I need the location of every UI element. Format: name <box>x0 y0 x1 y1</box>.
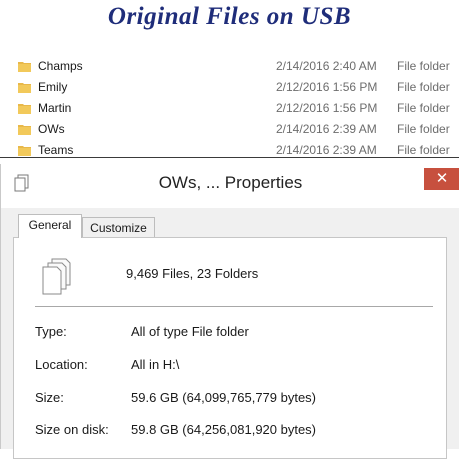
file-type: File folder <box>397 80 450 94</box>
file-type: File folder <box>397 122 450 136</box>
size-on-disk-label: Size on disk: <box>35 422 109 437</box>
file-date: 2/14/2016 2:39 AM <box>276 122 377 136</box>
folder-icon <box>18 83 31 93</box>
dialog-titlebar[interactable]: OWs, ... Properties ✕ <box>1 164 459 208</box>
close-icon: ✕ <box>435 170 449 187</box>
file-name: Martin <box>38 101 72 115</box>
files-stack-icon <box>42 258 71 295</box>
properties-dialog: OWs, ... Properties ✕ General Customize … <box>0 164 459 459</box>
size-value: 59.6 GB (64,099,765,779 bytes) <box>131 390 317 405</box>
file-list: Champs 2/14/2016 2:40 AM File folder Emi… <box>0 56 459 161</box>
file-row[interactable]: OWs 2/14/2016 2:39 AM File folder <box>0 119 459 140</box>
type-value: All of type File folder <box>131 324 249 339</box>
contents-summary: 9,469 Files, 23 Folders <box>126 266 259 281</box>
tab-customize[interactable]: Customize <box>82 217 155 238</box>
general-panel: 9,469 Files, 23 Folders Type: All of typ… <box>13 237 447 459</box>
file-type: File folder <box>397 101 450 115</box>
file-name: Champs <box>38 59 83 73</box>
location-label: Location: <box>35 357 88 372</box>
folder-icon <box>18 104 31 114</box>
location-value: All in H:\ <box>131 357 180 372</box>
file-row[interactable]: Emily 2/12/2016 1:56 PM File folder <box>0 77 459 98</box>
dialog-title: OWs, ... Properties <box>158 173 303 192</box>
folder-icon <box>18 146 31 156</box>
folder-icon <box>18 125 31 135</box>
close-button[interactable]: ✕ <box>424 168 459 190</box>
file-date: 2/12/2016 1:56 PM <box>276 80 378 94</box>
banner-title: Original Files on USB <box>107 3 352 30</box>
file-name: OWs <box>38 122 65 136</box>
size-on-disk-value: 59.8 GB (64,256,081,920 bytes) <box>131 422 317 437</box>
file-name: Emily <box>38 80 68 94</box>
file-type: File folder <box>397 59 450 73</box>
list-divider <box>0 157 459 158</box>
type-label: Type: <box>35 324 67 339</box>
file-row[interactable]: Champs 2/14/2016 2:40 AM File folder <box>0 56 459 77</box>
file-date: 2/12/2016 1:56 PM <box>276 101 378 115</box>
file-row[interactable]: Martin 2/12/2016 1:56 PM File folder <box>0 98 459 119</box>
file-date: 2/14/2016 2:40 AM <box>276 59 377 73</box>
tab-general[interactable]: General <box>18 214 82 238</box>
size-label: Size: <box>35 390 64 405</box>
folder-icon <box>18 62 31 72</box>
separator <box>35 306 433 307</box>
